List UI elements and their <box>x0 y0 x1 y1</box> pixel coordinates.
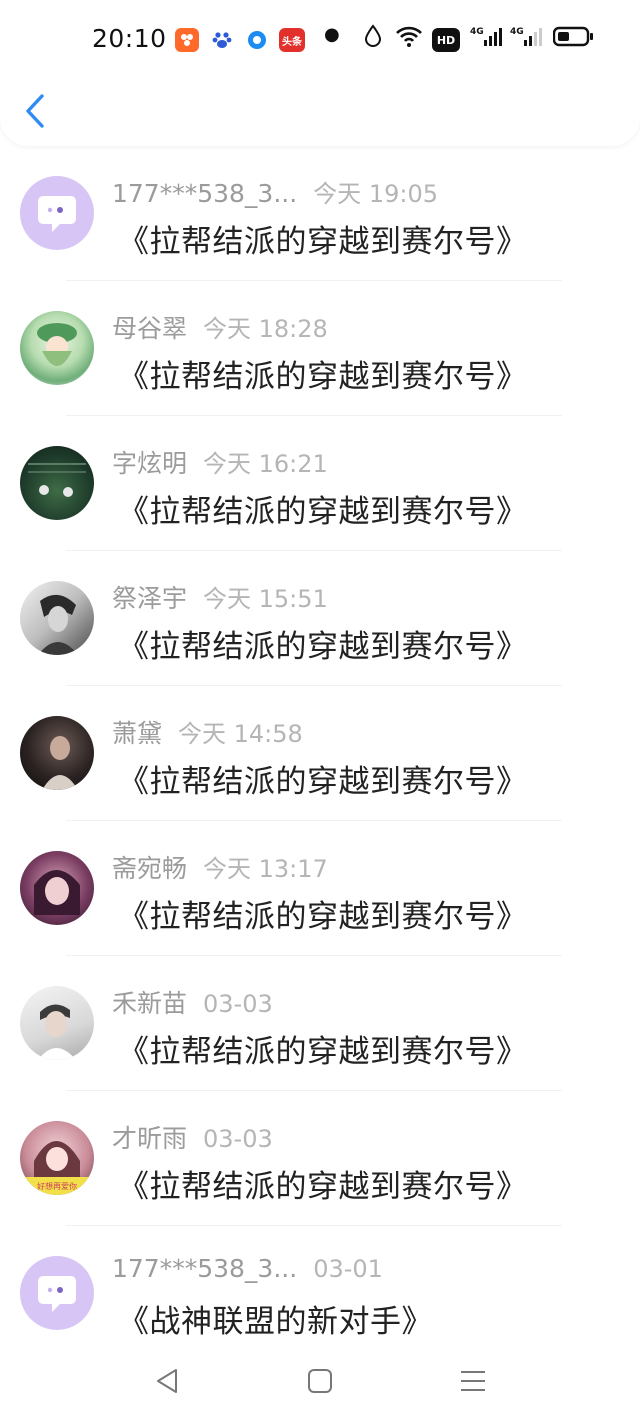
nav-home-button[interactable] <box>303 1364 337 1398</box>
toutiao-notification-icon: 头条 <box>279 28 305 52</box>
comment-text: 《拉帮结派的穿越到赛尔号》 <box>118 224 528 260</box>
drop-icon <box>364 24 382 53</box>
portrait-avatar-icon <box>38 1004 76 1060</box>
user-name[interactable]: 禾新苗 <box>112 989 187 1018</box>
avatar[interactable] <box>20 1256 94 1330</box>
comment-header: 才昕雨 03-03 <box>112 1119 273 1155</box>
menu-lines-icon <box>461 1371 485 1391</box>
portrait-avatar-icon: 好想再爱你 <box>20 1141 94 1195</box>
divider <box>66 415 562 416</box>
list-item[interactable]: 斋宛畅 今天 13:17 《拉帮结派的穿越到赛尔号》 <box>0 825 640 960</box>
divider <box>66 1225 562 1226</box>
triangle-back-icon <box>157 1369 177 1393</box>
comment-time: 03-03 <box>203 990 273 1018</box>
chevron-left-icon <box>26 94 44 128</box>
battery-icon <box>552 24 595 53</box>
comment-time: 03-03 <box>203 1125 273 1153</box>
list-item[interactable]: 祭泽宇 今天 15:51 《拉帮结派的穿越到赛尔号》 <box>0 555 640 690</box>
comment-time: 今天 16:21 <box>203 450 328 478</box>
comment-text: 《拉帮结派的穿越到赛尔号》 <box>118 1169 528 1205</box>
avatar-caption: 好想再爱你 <box>37 1181 77 1191</box>
dot-icon: ● <box>324 24 340 45</box>
user-name[interactable]: 萧黛 <box>112 719 162 748</box>
nav-menu-button[interactable] <box>456 1364 490 1398</box>
divider <box>66 1090 562 1091</box>
comment-time: 03-01 <box>313 1255 383 1283</box>
anime-girl-avatar-icon <box>37 323 77 366</box>
user-name[interactable]: 177***538_3... <box>112 1254 297 1283</box>
comment-text: 《拉帮结派的穿越到赛尔号》 <box>118 359 528 395</box>
nav-back-button[interactable] <box>150 1364 184 1398</box>
comment-list: 177***538_3... 今天 19:05 《拉帮结派的穿越到赛尔号》 母谷翠… <box>0 150 640 1365</box>
divider <box>66 280 562 281</box>
divider <box>66 820 562 821</box>
avatar[interactable] <box>20 716 94 790</box>
comment-header: 字炫明 今天 16:21 <box>112 444 328 480</box>
user-name[interactable]: 母谷翠 <box>112 314 187 343</box>
avatar[interactable] <box>20 311 94 385</box>
header: 20:10 头条 ● HD 4G 4G <box>0 0 640 146</box>
browser-notification-icon <box>245 28 269 52</box>
comment-text: 《拉帮结派的穿越到赛尔号》 <box>118 1034 528 1070</box>
user-name[interactable]: 斋宛畅 <box>112 854 187 883</box>
comment-time: 今天 15:51 <box>203 585 328 613</box>
default-avatar-icon <box>38 1276 76 1312</box>
comment-header: 177***538_3... 今天 19:05 <box>112 174 438 209</box>
comment-time: 今天 14:58 <box>178 720 303 748</box>
list-item[interactable]: 萧黛 今天 14:58 《拉帮结派的穿越到赛尔号》 <box>0 690 640 825</box>
comment-header: 萧黛 今天 14:58 <box>112 714 303 750</box>
scene-avatar-icon <box>28 463 86 497</box>
portrait-avatar-icon <box>42 736 78 790</box>
comment-text: 《拉帮结派的穿越到赛尔号》 <box>118 899 528 935</box>
comment-text: 《战神联盟的新对手》 <box>118 1304 433 1340</box>
signal-icon-2: 4G <box>510 24 544 53</box>
svg-text:4G: 4G <box>510 27 524 37</box>
avatar[interactable] <box>20 176 94 250</box>
user-name[interactable]: 177***538_3... <box>112 179 297 208</box>
user-name[interactable]: 字炫明 <box>112 449 187 478</box>
avatar[interactable] <box>20 851 94 925</box>
default-avatar-icon <box>38 196 76 232</box>
comment-time: 今天 19:05 <box>313 180 438 208</box>
list-item[interactable]: 177***538_3... 今天 19:05 《拉帮结派的穿越到赛尔号》 <box>0 150 640 285</box>
avatar[interactable] <box>20 986 94 1060</box>
paw-icon <box>210 28 234 52</box>
list-item[interactable]: 好想再爱你 才昕雨 03-03 《拉帮结派的穿越到赛尔号》 <box>0 1095 640 1230</box>
user-name[interactable]: 祭泽宇 <box>112 584 187 613</box>
signal-icon-1: 4G <box>470 24 504 53</box>
wifi-icon <box>395 24 423 53</box>
list-item[interactable]: 禾新苗 03-03 《拉帮结派的穿越到赛尔号》 <box>0 960 640 1095</box>
comment-text: 《拉帮结派的穿越到赛尔号》 <box>118 494 528 530</box>
app-notification-icon <box>175 28 199 52</box>
status-bar: 20:10 头条 ● HD 4G 4G <box>0 20 640 60</box>
avatar[interactable] <box>20 581 94 655</box>
comment-time: 今天 13:17 <box>203 855 328 883</box>
svg-text:4G: 4G <box>470 27 484 37</box>
avatar[interactable]: 好想再爱你 <box>20 1121 94 1195</box>
list-item[interactable]: 母谷翠 今天 18:28 《拉帮结派的穿越到赛尔号》 <box>0 285 640 420</box>
hd-icon: HD <box>432 28 460 52</box>
divider <box>66 685 562 686</box>
back-button[interactable] <box>18 90 54 132</box>
list-item[interactable]: 字炫明 今天 16:21 《拉帮结派的穿越到赛尔号》 <box>0 420 640 555</box>
comment-header: 177***538_3... 03-01 <box>112 1254 383 1283</box>
divider <box>66 550 562 551</box>
comment-text: 《拉帮结派的穿越到赛尔号》 <box>118 764 528 800</box>
comment-header: 母谷翠 今天 18:28 <box>112 309 328 345</box>
system-nav-bar <box>0 1340 640 1422</box>
portrait-avatar-icon <box>34 870 80 915</box>
comment-text: 《拉帮结派的穿越到赛尔号》 <box>118 629 528 665</box>
avatar[interactable] <box>20 446 94 520</box>
user-name[interactable]: 才昕雨 <box>112 1124 187 1153</box>
comment-header: 禾新苗 03-03 <box>112 984 273 1020</box>
divider <box>66 955 562 956</box>
comment-header: 祭泽宇 今天 15:51 <box>112 579 328 615</box>
comment-time: 今天 18:28 <box>203 315 328 343</box>
square-home-icon <box>308 1369 332 1393</box>
portrait-avatar-icon <box>38 594 78 655</box>
comment-header: 斋宛畅 今天 13:17 <box>112 849 328 885</box>
status-time: 20:10 <box>92 24 167 53</box>
